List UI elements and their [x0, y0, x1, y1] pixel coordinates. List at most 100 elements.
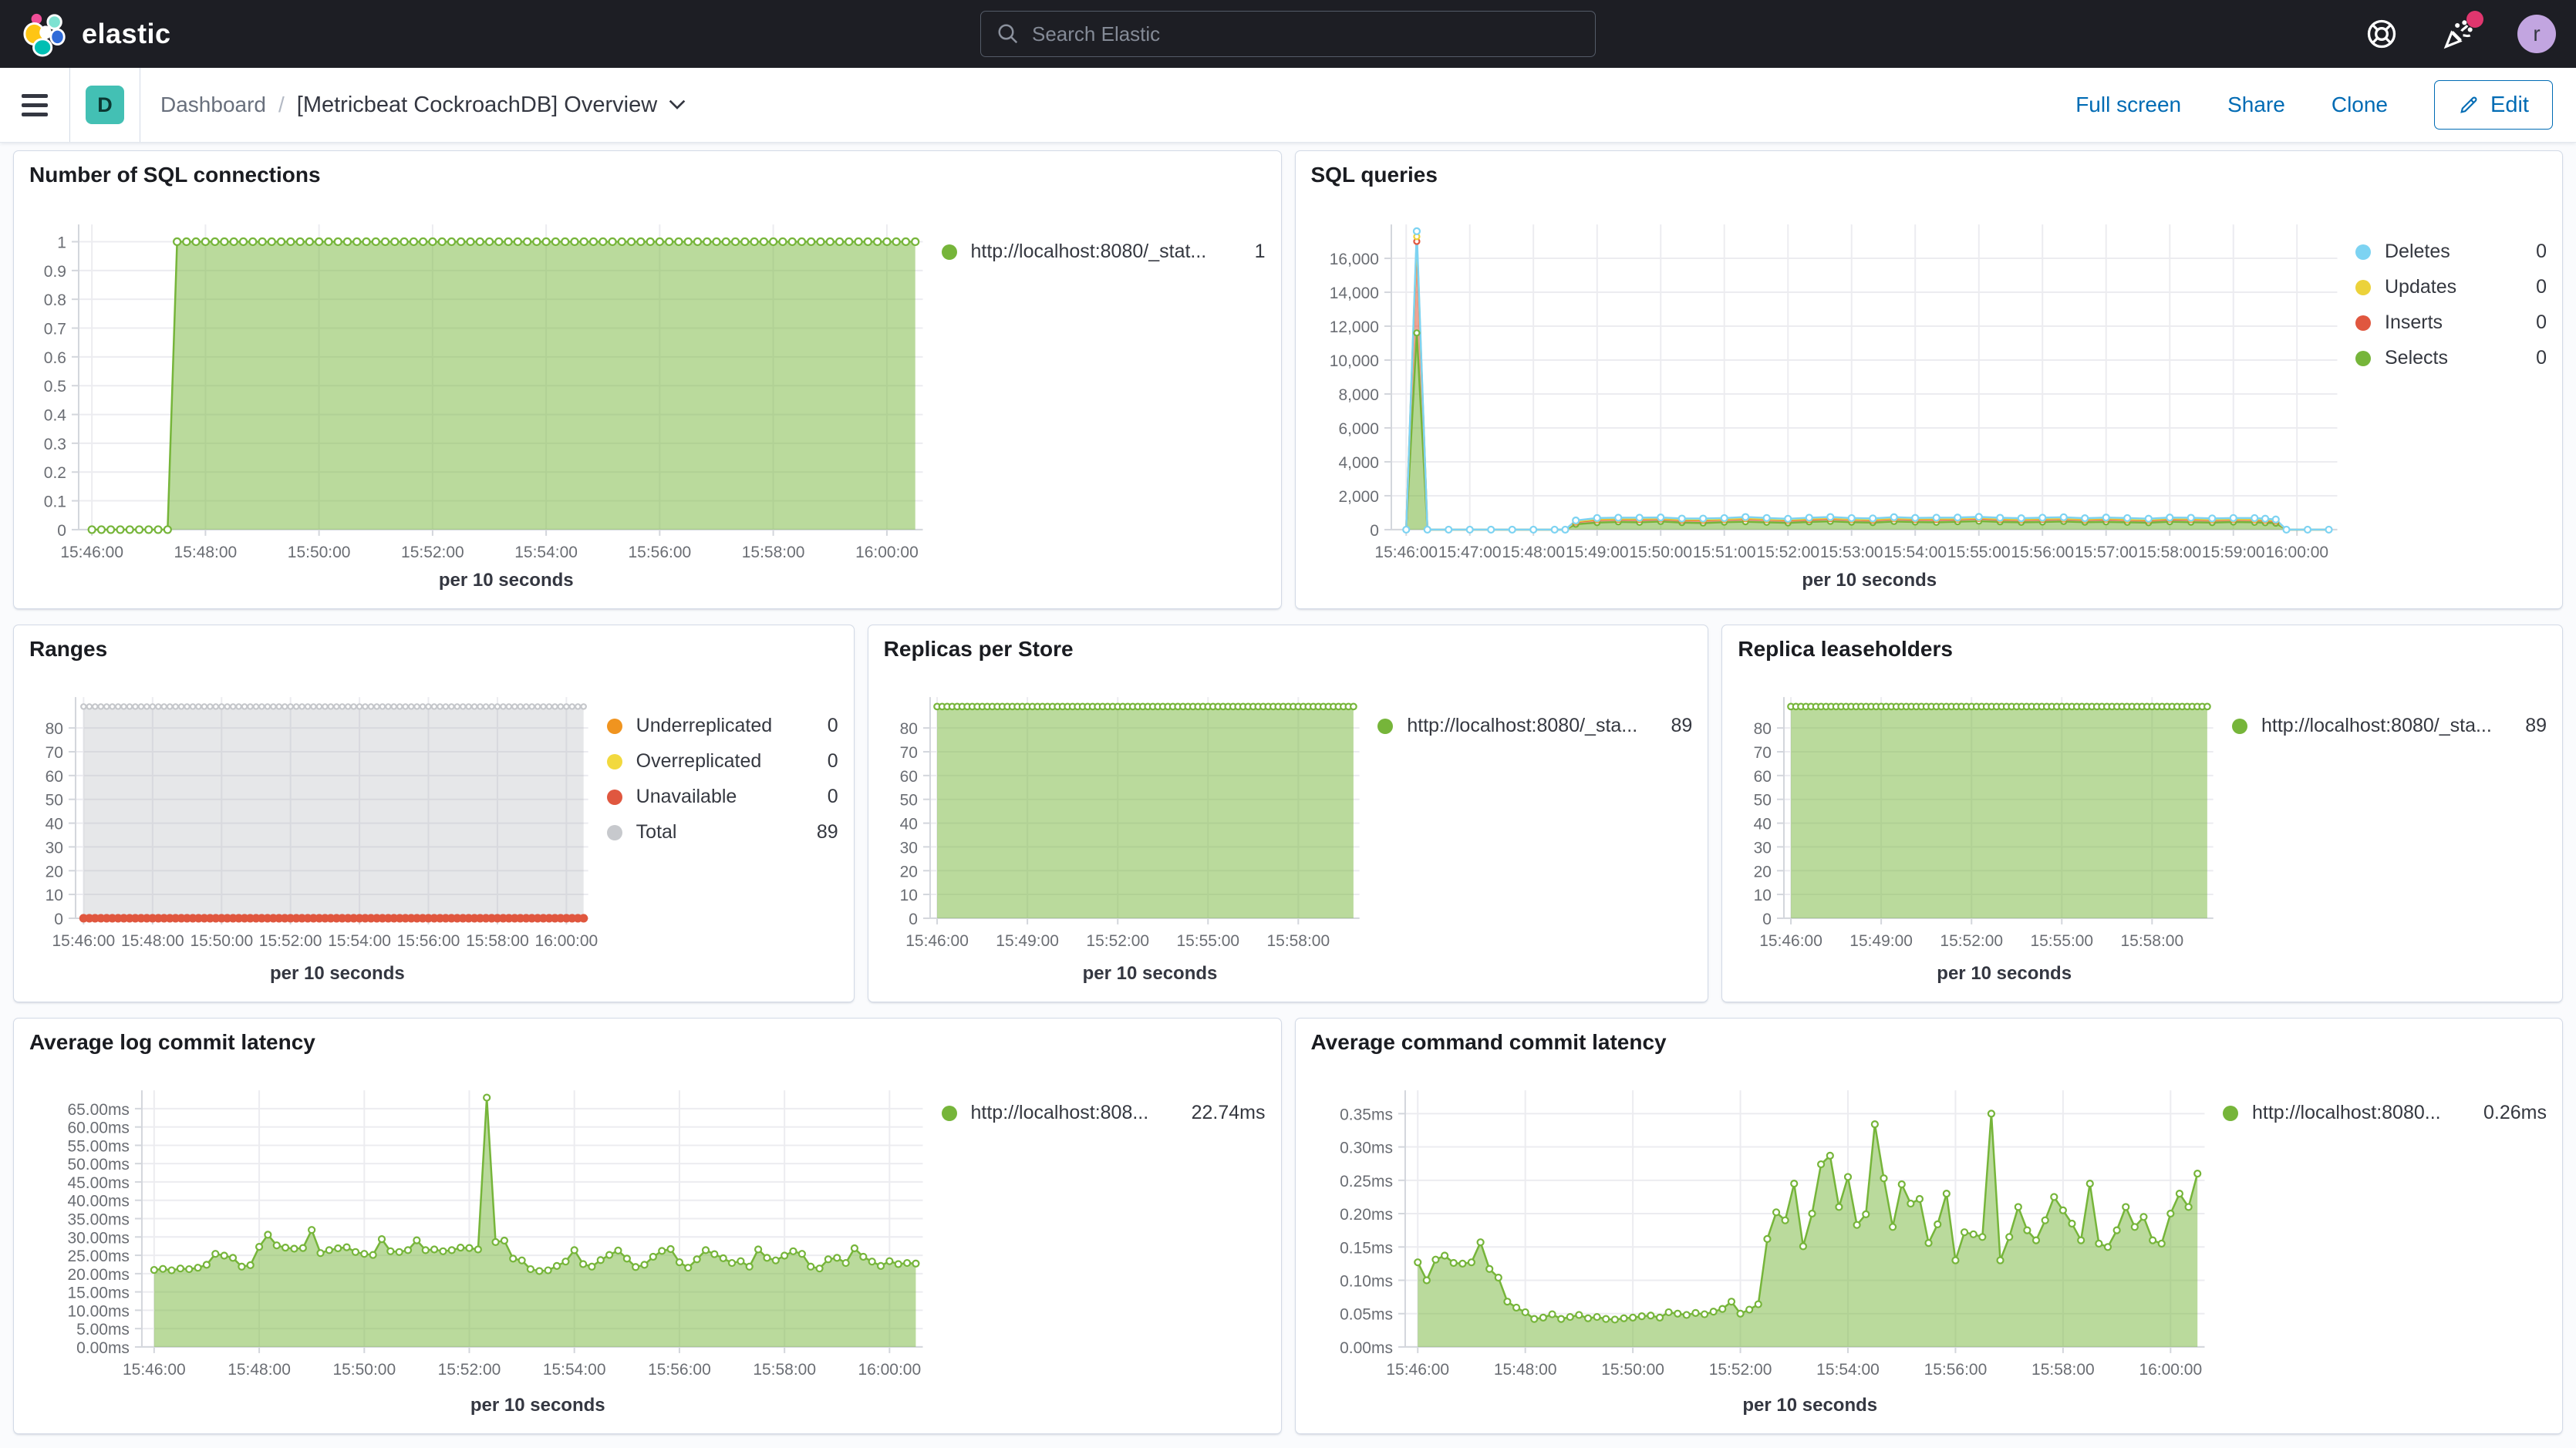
user-avatar[interactable]: r	[2517, 15, 2556, 53]
svg-text:15:58:00: 15:58:00	[1266, 932, 1330, 950]
svg-text:6,000: 6,000	[1338, 420, 1379, 438]
legend-series-value: 0	[2525, 311, 2547, 334]
legend-series-dot	[942, 244, 957, 260]
svg-text:0.05ms: 0.05ms	[1340, 1306, 1393, 1324]
legend-item[interactable]: http://localhost:808...22.74ms	[942, 1102, 1266, 1124]
legend-series-dot	[607, 719, 622, 734]
svg-text:30.00ms: 30.00ms	[67, 1229, 129, 1247]
global-search[interactable]	[980, 11, 1596, 57]
svg-text:0.7: 0.7	[44, 321, 66, 338]
panel-title[interactable]: Replica leaseholders	[1738, 636, 2547, 662]
command-commit-latency-chart[interactable]: 15:46:0015:48:0015:50:0015:52:0015:54:00…	[1311, 1073, 2216, 1390]
panel-title[interactable]: Number of SQL connections	[29, 162, 1266, 188]
svg-text:15:48:00: 15:48:00	[1502, 544, 1565, 561]
log-commit-latency-chart[interactable]: 15:46:0015:48:0015:50:0015:52:0015:54:00…	[29, 1073, 934, 1390]
replicas-per-store-chart[interactable]: 15:46:0015:49:0015:52:0015:55:0015:58:00…	[884, 679, 1371, 958]
legend-series-label: http://localhost:8080...	[2252, 1102, 2441, 1124]
svg-text:0.1: 0.1	[44, 493, 66, 511]
svg-text:80: 80	[899, 720, 917, 738]
legend-item[interactable]: Updates0	[2355, 276, 2547, 298]
replica-leaseholders-chart[interactable]: 15:46:0015:49:0015:52:0015:55:0015:58:00…	[1738, 679, 2224, 958]
sql-connections-chart[interactable]: 15:46:0015:48:0015:50:0015:52:0015:54:00…	[29, 205, 934, 565]
panel-title[interactable]: SQL queries	[1311, 162, 2547, 188]
svg-text:10: 10	[1754, 887, 1772, 904]
svg-text:16:00:00: 16:00:00	[855, 544, 919, 561]
svg-text:0.00ms: 0.00ms	[76, 1339, 130, 1357]
pencil-icon	[2458, 94, 2480, 116]
svg-text:0.20ms: 0.20ms	[1340, 1206, 1393, 1224]
panel-title[interactable]: Ranges	[29, 636, 838, 662]
search-input[interactable]	[1030, 22, 1595, 47]
legend-series-label: Unavailable	[636, 786, 737, 808]
legend-series-label: Underreplicated	[636, 715, 773, 737]
svg-text:15:52:00: 15:52:00	[1940, 932, 2004, 950]
legend-series-dot	[607, 790, 622, 805]
svg-text:0.25ms: 0.25ms	[1340, 1173, 1393, 1190]
svg-text:0.10ms: 0.10ms	[1340, 1272, 1393, 1290]
legend-item[interactable]: Inserts0	[2355, 311, 2547, 334]
legend-series-label: http://localhost:8080/_sta...	[1407, 715, 1637, 737]
svg-text:70: 70	[899, 744, 917, 762]
breadcrumb-dashboard-link[interactable]: Dashboard	[160, 93, 266, 117]
svg-text:15:46:00: 15:46:00	[52, 932, 116, 950]
clone-button[interactable]: Clone	[2332, 93, 2388, 117]
legend-series-dot	[2232, 719, 2247, 734]
svg-text:15.00ms: 15.00ms	[67, 1285, 129, 1302]
edit-button-label: Edit	[2490, 93, 2529, 118]
svg-text:15:51:00: 15:51:00	[1692, 544, 1755, 561]
x-axis-title: per 10 seconds	[884, 958, 1371, 991]
legend-item[interactable]: Underreplicated0	[607, 715, 838, 737]
svg-text:15:46:00: 15:46:00	[905, 932, 969, 950]
legend-item[interactable]: Total89	[607, 821, 838, 844]
svg-text:40: 40	[899, 816, 917, 833]
ranges-chart[interactable]: 15:46:0015:48:0015:50:0015:52:0015:54:00…	[29, 679, 599, 958]
legend-series-value: 0	[2525, 347, 2547, 369]
svg-text:50: 50	[46, 792, 63, 810]
svg-text:0: 0	[57, 522, 66, 540]
svg-text:15:52:00: 15:52:00	[1756, 544, 1819, 561]
elastic-logo-icon	[22, 10, 69, 58]
elastic-logo[interactable]: elastic	[22, 10, 171, 58]
share-button[interactable]: Share	[2227, 93, 2285, 117]
svg-text:5.00ms: 5.00ms	[76, 1321, 130, 1339]
legend-series-value: 22.74ms	[1181, 1102, 1266, 1124]
legend-item[interactable]: http://localhost:8080...0.26ms	[2223, 1102, 2547, 1124]
sql-queries-chart[interactable]: 15:46:0015:47:0015:48:0015:49:0015:50:00…	[1311, 205, 2348, 565]
edit-button[interactable]: Edit	[2434, 80, 2553, 130]
legend-item[interactable]: Unavailable0	[607, 786, 838, 808]
legend-item[interactable]: Deletes0	[2355, 241, 2547, 263]
svg-text:30: 30	[899, 839, 917, 857]
newsfeed-button[interactable]	[2440, 15, 2477, 52]
legend-item[interactable]: Selects0	[2355, 347, 2547, 369]
dashboard-title[interactable]: [Metricbeat CockroachDB] Overview	[297, 93, 686, 118]
panel-ranges: Ranges 15:46:0015:48:0015:50:0015:52:001…	[13, 625, 855, 1002]
breadcrumb: Dashboard / [Metricbeat CockroachDB] Ove…	[160, 93, 686, 118]
svg-text:20: 20	[899, 863, 917, 881]
panel-title[interactable]: Average command commit latency	[1311, 1029, 2547, 1056]
x-axis-title: per 10 seconds	[1311, 565, 2348, 598]
legend-item[interactable]: http://localhost:8080/_sta...89	[1377, 715, 1692, 737]
legend-item[interactable]: Overreplicated0	[607, 750, 838, 773]
panel-average-command-commit-latency: Average command commit latency 15:46:001…	[1295, 1018, 2564, 1434]
svg-text:14,000: 14,000	[1329, 285, 1378, 302]
help-button[interactable]	[2363, 15, 2400, 52]
breadcrumb-separator: /	[278, 93, 285, 117]
menu-button[interactable]	[22, 94, 48, 116]
svg-text:80: 80	[46, 720, 63, 738]
legend-series-dot	[2355, 280, 2371, 295]
svg-text:60.00ms: 60.00ms	[67, 1120, 129, 1137]
svg-text:15:53:00: 15:53:00	[1819, 544, 1883, 561]
svg-text:15:47:00: 15:47:00	[1438, 544, 1501, 561]
svg-text:0: 0	[54, 911, 63, 928]
svg-text:15:54:00: 15:54:00	[543, 1361, 606, 1379]
chart-legend: http://localhost:8080...0.26ms	[2215, 1073, 2547, 1423]
legend-item[interactable]: http://localhost:8080/_sta...89	[2232, 715, 2547, 737]
panel-title[interactable]: Average log commit latency	[29, 1029, 1266, 1056]
panel-title[interactable]: Replicas per Store	[884, 636, 1693, 662]
svg-text:15:48:00: 15:48:00	[1493, 1361, 1556, 1379]
legend-series-value: 1	[1244, 241, 1266, 263]
legend-item[interactable]: http://localhost:8080/_stat...1	[942, 241, 1266, 263]
svg-text:55.00ms: 55.00ms	[67, 1137, 129, 1155]
full-screen-button[interactable]: Full screen	[2075, 93, 2181, 117]
svg-text:0.2: 0.2	[44, 464, 66, 482]
